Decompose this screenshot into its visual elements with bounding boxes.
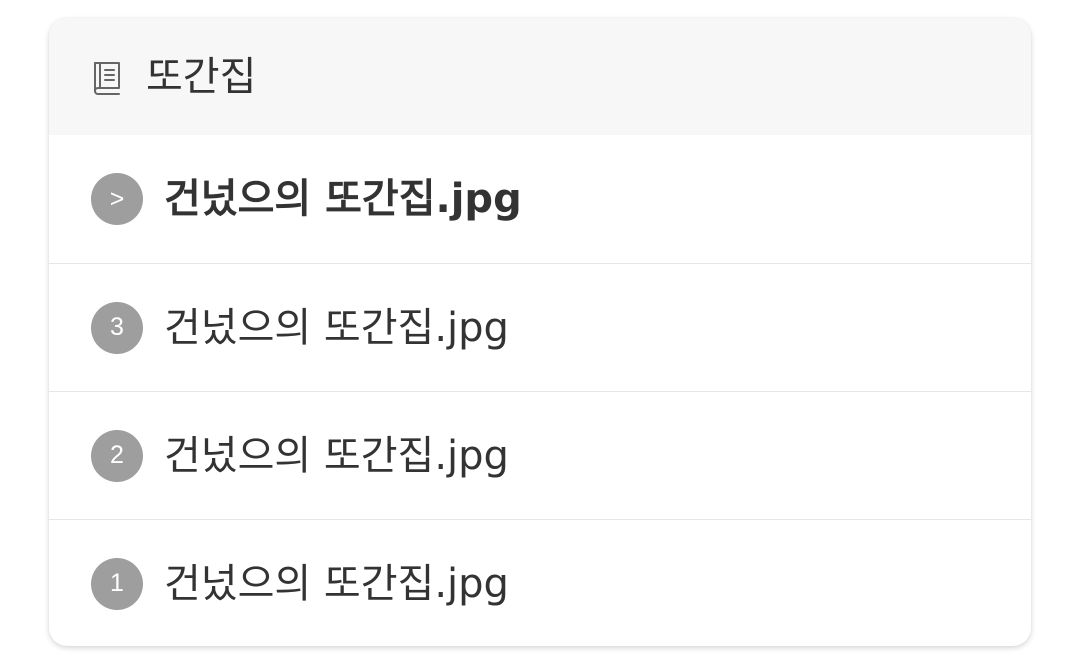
list-item-label: 건넜으의 또간집.jpg xyxy=(164,560,509,607)
list-item-label: 건넜으의 또간집.jpg xyxy=(164,304,509,351)
chevron-right-icon: > xyxy=(91,173,143,225)
episode-number-badge: 2 xyxy=(91,429,143,482)
list-item[interactable]: 1 건넜으의 또간집.jpg xyxy=(49,519,1031,646)
list-item[interactable]: 3 건넜으의 또간집.jpg xyxy=(49,263,1031,391)
series-title: 또간집 xyxy=(146,53,257,100)
list-item-current[interactable]: > 건넜으의 또간집.jpg xyxy=(49,135,1031,263)
series-header[interactable]: 또간집 xyxy=(49,18,1031,135)
series-list-card: 또간집 > 건넜으의 또간집.jpg 3 건넜으의 또간집.jpg 2 건넜으의… xyxy=(49,18,1031,646)
book-icon xyxy=(90,59,124,95)
list-item[interactable]: 2 건넜으의 또간집.jpg xyxy=(49,391,1031,519)
list-item-label: 건넜으의 또간집.jpg xyxy=(164,176,522,222)
episode-number-badge: 1 xyxy=(91,557,143,610)
episode-number-badge: 3 xyxy=(91,301,143,354)
list-item-label: 건넜으의 또간집.jpg xyxy=(164,432,509,479)
